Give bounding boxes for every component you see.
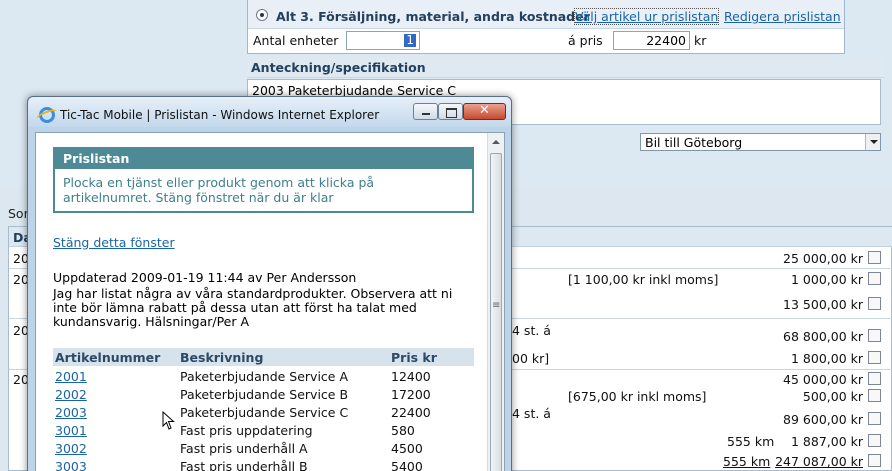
pricelist-table: Artikelnummer Beskrivning Pris kr 2001 P… <box>53 348 474 471</box>
article-price: 5400 <box>391 459 423 471</box>
quantity-fragment: 4 st. á <box>512 406 551 421</box>
article-price: 22400 <box>391 405 431 420</box>
updated-info: Uppdaterad 2009-01-19 11:44 av Per Ander… <box>53 270 357 285</box>
total-amount: 247 087,00 kr <box>775 454 863 469</box>
quantity-fragment: 4 st. á <box>512 323 551 338</box>
article-description: Fast pris uppdatering <box>180 423 313 438</box>
total-distance: 555 km <box>723 454 771 469</box>
distance-cell: 555 km <box>727 434 775 449</box>
row-checkbox[interactable] <box>868 272 881 285</box>
amount-cell: 1 887,00 kr <box>790 434 863 449</box>
row-checkbox[interactable] <box>868 412 881 425</box>
row-checkbox[interactable] <box>868 329 881 342</box>
amount-cell: 89 600,00 kr <box>783 412 863 427</box>
note-header: Anteckning/specifikation <box>247 58 884 78</box>
pricelist-box-title: Prislistan <box>55 149 472 169</box>
pricelist-message: Jag har listat några av våra standardpro… <box>53 286 453 329</box>
pricelist-info-box: Prislistan Plocka en tjänst eller produk… <box>53 147 474 213</box>
popup-titlebar[interactable]: Tic-Tac Mobile | Prislistan - Windows In… <box>28 97 511 127</box>
close-button[interactable]: ✕ <box>463 103 506 120</box>
alt3-header: Alt 3. Försäljning, material, andra kost… <box>248 0 844 29</box>
amount-cell: 1 000,00 kr <box>790 272 863 287</box>
amount-cell: 68 800,00 kr <box>783 329 863 344</box>
amount-cell: 13 500,00 kr <box>783 297 863 312</box>
table-row: 3002 Fast pris underhåll A 4500 <box>53 439 474 457</box>
amount-cell: 500,00 kr <box>802 389 863 404</box>
units-value: 1 <box>404 33 416 47</box>
currency-label: kr <box>694 33 707 48</box>
unit-price-input[interactable]: 22400 <box>613 31 690 50</box>
pricelist-table-header: Artikelnummer Beskrivning Pris kr <box>53 348 474 366</box>
select-from-pricelist-link[interactable]: Välj artikel ur prislistan <box>573 8 720 25</box>
article-price: 12400 <box>391 369 431 384</box>
alt3-panel: Alt 3. Försäljning, material, andra kost… <box>247 0 845 54</box>
pricelist-popup-window: Tic-Tac Mobile | Prislistan - Windows In… <box>27 96 512 471</box>
row-checkbox[interactable] <box>868 351 881 364</box>
sort-label: Sor <box>8 206 29 221</box>
total-checkbox[interactable] <box>868 454 881 467</box>
table-row: 3001 Fast pris uppdatering 580 <box>53 421 474 439</box>
pricelist-box-description: Plocka en tjänst eller produkt genom att… <box>63 175 375 205</box>
row-checkbox[interactable] <box>868 372 881 385</box>
popup-content: Prislistan Plocka en tjänst eller produk… <box>35 132 505 471</box>
article-price: 17200 <box>391 387 431 402</box>
table-row: 2002 Paketerbjudande Service B 17200 <box>53 385 474 403</box>
amount-incl-vat: [675,00 kr inkl moms] <box>568 389 707 404</box>
amount-fragment: 00 kr] <box>512 351 550 366</box>
table-row: 3003 Fast pris underhåll B 5400 <box>53 457 474 471</box>
alt3-radio[interactable] <box>256 9 268 21</box>
article-description: Fast pris underhåll B <box>180 459 308 471</box>
article-price: 4500 <box>391 441 423 456</box>
amount-cell: 45 000,00 kr <box>783 372 863 387</box>
article-price: 580 <box>391 423 415 438</box>
column-header-code: Artikelnummer <box>55 350 161 365</box>
minimize-button[interactable] <box>413 103 438 120</box>
internet-explorer-icon <box>39 107 55 123</box>
article-code-link[interactable]: 2002 <box>55 387 87 402</box>
article-description: Fast pris underhåll A <box>180 441 308 456</box>
scrollbar-thumb[interactable] <box>490 153 502 471</box>
article-description: Paketerbjudande Service A <box>180 369 349 384</box>
alt3-title: Alt 3. Försäljning, material, andra kost… <box>276 9 590 24</box>
article-code-link[interactable]: 3002 <box>55 441 87 456</box>
maximize-button[interactable] <box>438 103 463 120</box>
vehicle-select-value: Bil till Göteborg <box>645 135 743 150</box>
article-code-link[interactable]: 2003 <box>55 405 87 420</box>
close-window-link[interactable]: Stäng detta fönster <box>53 235 175 250</box>
article-code-link[interactable]: 3003 <box>55 459 87 471</box>
row-checkbox[interactable] <box>868 251 881 264</box>
vehicle-select[interactable]: Bil till Göteborg <box>640 133 881 151</box>
units-label: Antal enheter <box>253 33 339 48</box>
vertical-scrollbar[interactable] <box>487 133 504 471</box>
column-header-description: Beskrivning <box>180 350 264 365</box>
unit-price-label: á pris <box>568 33 603 48</box>
row-checkbox[interactable] <box>868 297 881 310</box>
table-row: 2001 Paketerbjudande Service A 12400 <box>53 367 474 385</box>
close-icon: ✕ <box>479 103 490 118</box>
row-checkbox[interactable] <box>868 389 881 402</box>
units-input[interactable]: 1 <box>346 31 420 50</box>
article-description: Paketerbjudande Service B <box>180 387 349 402</box>
article-description: Paketerbjudande Service C <box>180 405 349 420</box>
column-header-price: Pris kr <box>391 350 437 365</box>
edit-pricelist-link[interactable]: Redigera prislistan <box>724 9 841 24</box>
chevron-down-icon[interactable] <box>865 134 880 150</box>
row-checkbox[interactable] <box>868 434 881 447</box>
scroll-up-icon[interactable] <box>488 133 504 150</box>
article-code-link[interactable]: 3001 <box>55 423 87 438</box>
popup-title: Tic-Tac Mobile | Prislistan - Windows In… <box>60 108 380 122</box>
table-row: 2003 Paketerbjudande Service C 22400 <box>53 403 474 421</box>
amount-cell: 1 800,00 kr <box>790 351 863 366</box>
amount-incl-vat: [1 100,00 kr inkl moms] <box>568 272 719 287</box>
article-code-link[interactable]: 2001 <box>55 369 87 384</box>
amount-cell: 25 000,00 kr <box>783 251 863 266</box>
